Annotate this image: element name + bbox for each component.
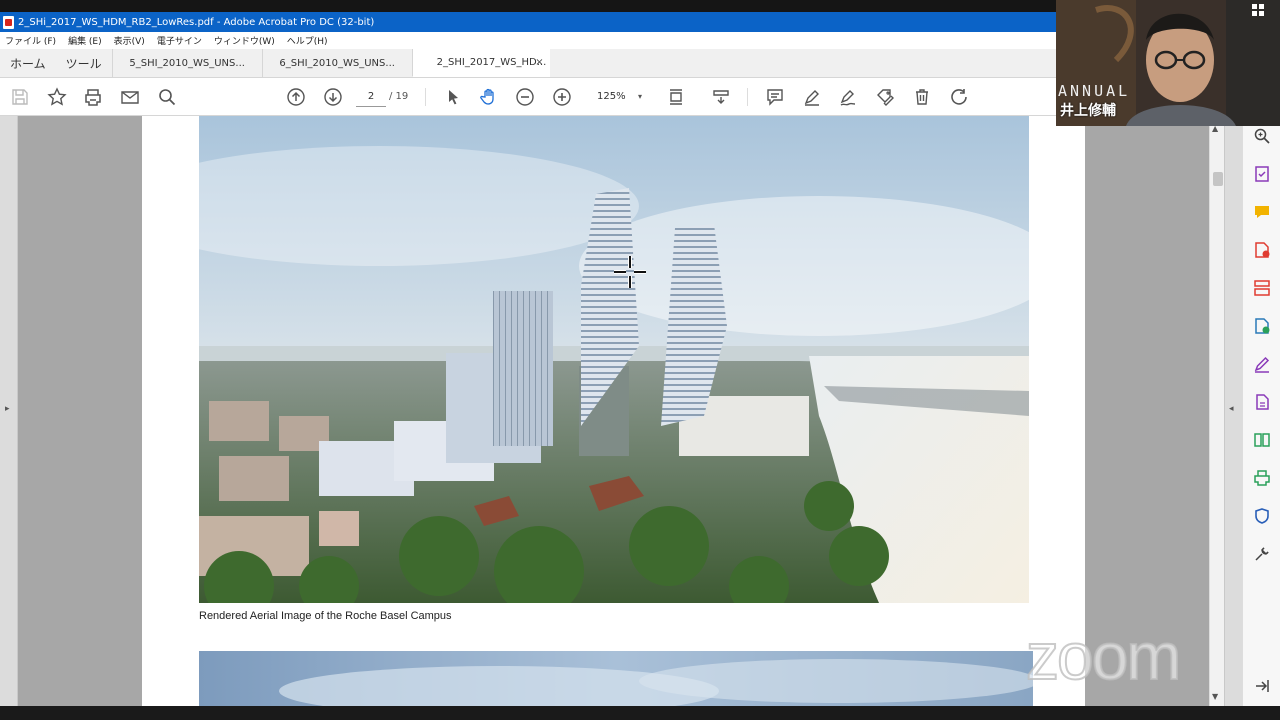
highlight-pen-icon[interactable] xyxy=(801,86,823,108)
organize-pages-icon[interactable] xyxy=(1252,278,1272,298)
toolbar: 2 / 19 125% ▾ xyxy=(0,78,1056,116)
delete-icon[interactable] xyxy=(911,86,933,108)
chevron-down-icon: ▾ xyxy=(637,92,642,101)
zoom-search-icon[interactable] xyxy=(1252,126,1272,146)
page-fit-icon[interactable] xyxy=(665,86,687,108)
pdf-page: Rendered Aerial Image of the Roche Basel… xyxy=(142,116,1085,706)
zoom-level-dropdown[interactable]: 125% ▾ xyxy=(588,87,646,107)
vertical-scrollbar[interactable]: ▲ ▼ xyxy=(1209,116,1224,706)
menu-e-sign[interactable]: 電子サイン xyxy=(151,34,208,47)
rotate-icon[interactable] xyxy=(948,86,970,108)
left-pane-toggle[interactable]: ▸ xyxy=(0,116,18,706)
collapse-pane-icon[interactable] xyxy=(1252,676,1272,696)
previous-page-icon[interactable] xyxy=(285,86,307,108)
search-icon[interactable] xyxy=(156,86,178,108)
zoom-in-icon[interactable] xyxy=(551,86,573,108)
participant-name: 井上修輔 xyxy=(1060,103,1116,119)
document-tab-label: 6_SHI_2010_WS_UNS... xyxy=(279,57,395,69)
more-tools-icon[interactable] xyxy=(1252,544,1272,564)
scroll-mode-icon[interactable] xyxy=(710,86,732,108)
document-tab[interactable]: 6_SHI_2010_WS_UNS... xyxy=(261,49,412,77)
chevron-left-icon: ◂ xyxy=(1229,404,1234,414)
create-pdf-icon[interactable] xyxy=(1252,240,1272,260)
crosshair-cursor-icon xyxy=(614,256,646,288)
window-title: 2_SHi_2017_WS_HDM_RB2_LowRes.pdf - Adobe… xyxy=(18,16,375,28)
page-number-input[interactable]: 2 xyxy=(356,87,386,107)
print-icon[interactable] xyxy=(82,86,104,108)
webcam-video: ANNUAL 井上修輔 xyxy=(1056,0,1280,126)
request-signature-icon[interactable] xyxy=(1252,392,1272,412)
comment-icon[interactable] xyxy=(764,86,786,108)
menu-window[interactable]: ウィンドウ(W) xyxy=(208,34,281,47)
right-pane-toggle[interactable]: ◂ xyxy=(1224,116,1242,706)
toolbar-divider xyxy=(747,88,748,106)
image-caption: Rendered Aerial Image of the Roche Basel… xyxy=(199,610,452,622)
tools-pane xyxy=(1242,116,1280,706)
print-production-icon[interactable] xyxy=(1252,468,1272,488)
menu-bar: ファイル (F) 編集 (E) 表示(V) 電子サイン ウィンドウ(W) ヘルプ… xyxy=(0,32,1056,49)
tab-home[interactable]: ホーム xyxy=(0,49,56,77)
fill-sign-icon[interactable] xyxy=(1252,164,1272,184)
star-icon[interactable] xyxy=(46,86,68,108)
zoom-out-icon[interactable] xyxy=(514,86,536,108)
scroll-down-icon[interactable]: ▼ xyxy=(1212,692,1218,701)
document-tab-label: 2_SHI_2017_WS_HD... xyxy=(436,57,547,68)
title-bar: 2_SHi_2017_WS_HDM_RB2_LowRes.pdf - Adobe… xyxy=(0,12,1056,32)
second-image-top xyxy=(199,651,1033,706)
screen: 2_SHi_2017_WS_HDM_RB2_LowRes.pdf - Adobe… xyxy=(0,0,1280,720)
menu-edit[interactable]: 編集 (E) xyxy=(62,34,108,47)
tab-tools[interactable]: ツール xyxy=(56,49,112,77)
save-icon[interactable] xyxy=(9,86,31,108)
document-tab[interactable]: 5_SHI_2010_WS_UNS... xyxy=(111,49,262,77)
export-pdf-icon[interactable] xyxy=(1252,316,1272,336)
menu-view[interactable]: 表示(V) xyxy=(108,34,151,47)
bottom-strip xyxy=(0,706,1280,720)
comment-tool-icon[interactable] xyxy=(1252,202,1272,222)
page-total: / 19 xyxy=(389,91,409,102)
tab-bar: ホーム ツール 5_SHI_2010_WS_UNS... 6_SHI_2010_… xyxy=(0,49,1056,78)
menu-help[interactable]: ヘルプ(H) xyxy=(281,34,334,47)
hand-tool-icon[interactable] xyxy=(478,86,500,108)
document-tab-active[interactable]: 2_SHI_2017_WS_HD... × xyxy=(411,49,550,77)
edit-pdf-icon[interactable] xyxy=(1252,354,1272,374)
compare-files-icon[interactable] xyxy=(1252,430,1272,450)
chevron-right-icon: ▸ xyxy=(5,404,10,414)
email-icon[interactable] xyxy=(119,86,141,108)
zoom-watermark: zoom xyxy=(1025,618,1182,694)
toolbar-divider xyxy=(425,88,426,106)
menu-file[interactable]: ファイル (F) xyxy=(0,34,62,47)
scrollbar-thumb[interactable] xyxy=(1213,172,1223,186)
next-page-icon[interactable] xyxy=(322,86,344,108)
select-cursor-icon[interactable] xyxy=(442,86,464,108)
webcam-banner-text: ANNUAL xyxy=(1058,82,1131,100)
aerial-rendering-image xyxy=(199,116,1029,603)
stamp-icon[interactable] xyxy=(874,86,896,108)
pdf-file-icon xyxy=(3,15,14,29)
zoom-level-value: 125% xyxy=(597,91,626,102)
sign-pen-icon[interactable] xyxy=(837,86,859,108)
document-tab-label: 5_SHI_2010_WS_UNS... xyxy=(129,57,245,69)
protect-shield-icon[interactable] xyxy=(1252,506,1272,526)
close-tab-icon[interactable]: × xyxy=(535,57,543,68)
